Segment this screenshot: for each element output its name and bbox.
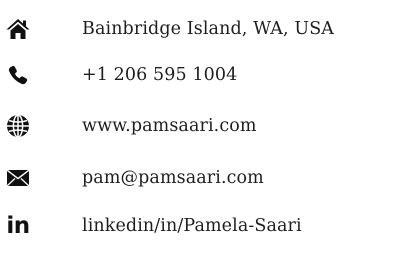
linkedin-link[interactable]: linkedin/in/Pamela-Saari (82, 214, 302, 238)
contact-row-address: Bainbridge Island, WA, USA (0, 9, 410, 49)
contact-row-email: pam@pamsaari.com (0, 158, 410, 198)
linkedin-glyph: in (6, 213, 30, 239)
email-link[interactable]: pam@pamsaari.com (82, 166, 264, 190)
contact-list: Bainbridge Island, WA, USA +1 206 595 10… (0, 0, 410, 253)
address-text: Bainbridge Island, WA, USA (82, 19, 335, 39)
contact-row-website: www.pamsaari.com (0, 106, 410, 146)
home-icon (4, 15, 32, 43)
contact-row-phone: +1 206 595 1004 (0, 55, 410, 95)
phone-number[interactable]: +1 206 595 1004 (82, 63, 237, 87)
linkedin-icon: in (4, 212, 32, 240)
globe-icon (4, 112, 32, 140)
envelope-icon (4, 164, 32, 192)
phone-icon (4, 61, 32, 89)
website-link[interactable]: www.pamsaari.com (82, 114, 257, 138)
contact-row-linkedin: in linkedin/in/Pamela-Saari (0, 206, 410, 246)
